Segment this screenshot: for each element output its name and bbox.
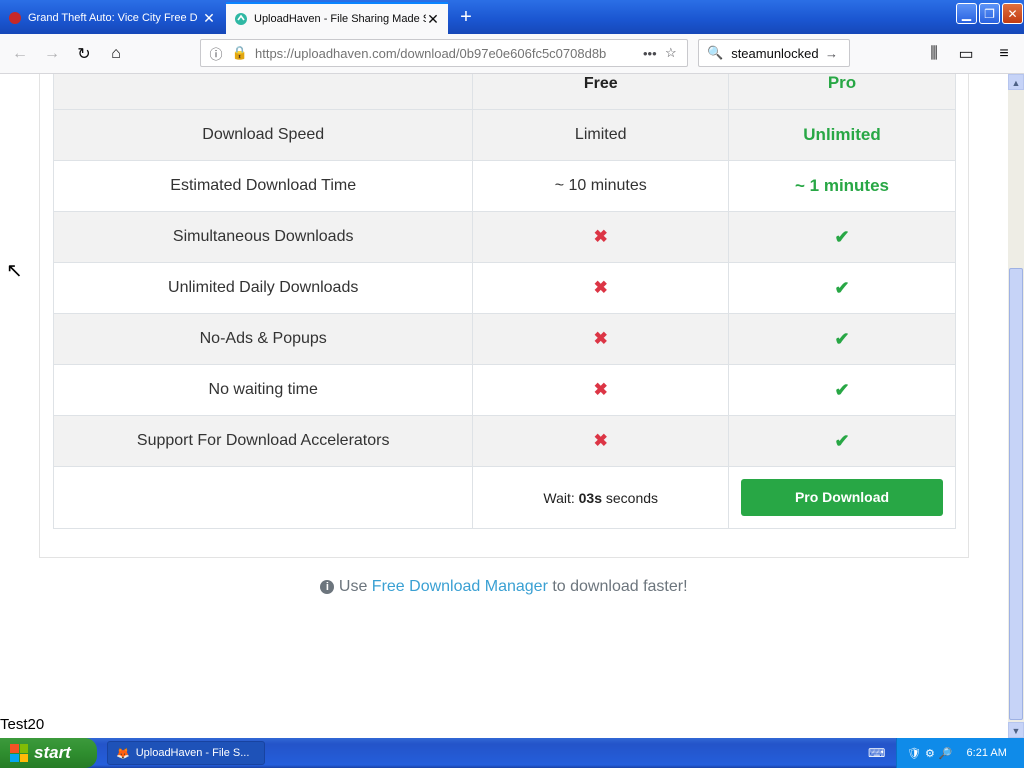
search-go-icon[interactable]: →: [825, 46, 849, 61]
table-row: Support For Download Accelerators ✖ ✔: [52, 415, 956, 467]
keyboard-icon[interactable]: ⌨: [868, 746, 885, 760]
security-shield-icon[interactable]: 🛡: [907, 747, 921, 760]
cross-icon: ✖: [472, 262, 730, 314]
browser-tab-strip: Grand Theft Auto: Vice City Free D ✕ Upl…: [0, 0, 1024, 34]
free-cell: ~ 10 minutes: [472, 160, 730, 212]
tab-title: Grand Theft Auto: Vice City Free D: [28, 12, 198, 24]
minimize-button[interactable]: ▁: [956, 3, 977, 24]
stray-text: Test20: [0, 716, 45, 733]
feature-cell: No waiting time: [52, 364, 474, 416]
info-circle-icon: i: [320, 580, 335, 594]
table-row: Estimated Download Time ~ 10 minutes ~ 1…: [52, 160, 956, 212]
free-cell: Limited: [472, 109, 730, 161]
home-icon[interactable]: ⌂: [104, 42, 128, 66]
tab-gta[interactable]: Grand Theft Auto: Vice City Free D ✕: [0, 2, 224, 34]
table-row: Download Speed Limited Unlimited: [52, 109, 956, 161]
start-button[interactable]: start: [0, 738, 97, 768]
clock[interactable]: 6:21 AM: [967, 747, 1007, 759]
new-tab-icon[interactable]: +: [456, 6, 476, 29]
page-content: Free Pro Download Speed Limited Unlimite…: [0, 74, 1008, 738]
table-row: No waiting time ✖ ✔: [52, 364, 956, 416]
feature-cell: No-Ads & Popups: [52, 313, 474, 365]
scroll-thumb[interactable]: [1009, 268, 1023, 720]
windows-logo-icon: [10, 744, 28, 762]
table-row: Simultaneous Downloads ✖ ✔: [52, 211, 956, 263]
scroll-up-icon[interactable]: ▲: [1008, 74, 1024, 90]
plan-comparison-table: Free Pro Download Speed Limited Unlimite…: [52, 74, 956, 529]
vertical-scrollbar[interactable]: ▲ ▼: [1008, 74, 1024, 738]
table-row: Unlimited Daily Downloads ✖ ✔: [52, 262, 956, 314]
download-manager-hint: i Use Free Download Manager to download …: [0, 578, 1008, 596]
system-tray: 🛡 ⚙ 🔎 6:21 AM: [896, 738, 1024, 768]
pro-cell: Unlimited: [728, 109, 956, 161]
search-tray-icon[interactable]: 🔎: [939, 747, 953, 760]
sidebar-icon[interactable]: ▭: [954, 42, 978, 66]
search-input[interactable]: steamunlocked: [731, 46, 825, 61]
reload-icon[interactable]: ↻: [72, 42, 96, 66]
cross-icon: ✖: [472, 211, 730, 263]
wait-countdown: 03s: [578, 489, 602, 506]
library-icon[interactable]: ⫼: [922, 42, 946, 66]
cross-icon: ✖: [472, 364, 730, 416]
wait-timer: Wait: 03s seconds: [472, 466, 730, 529]
page-actions-icon[interactable]: •••: [643, 46, 665, 61]
uploadhaven-favicon-icon: [235, 13, 247, 25]
network-icon[interactable]: ⚙: [925, 747, 935, 760]
tab-title: UploadHaven - File Sharing Made S: [254, 13, 426, 25]
pro-download-button[interactable]: Pro Download: [741, 479, 944, 516]
url-text[interactable]: https://uploadhaven.com/download/0b97e0e…: [255, 46, 643, 61]
gta-favicon-icon: [9, 12, 21, 24]
download-row: Wait: 03s seconds Pro Download: [52, 466, 956, 529]
info-icon[interactable]: ⓘ: [207, 44, 225, 63]
search-bar[interactable]: 🔍 steamunlocked →: [698, 39, 850, 67]
pro-cell: ~ 1 minutes: [728, 160, 956, 212]
header-free: Free: [472, 74, 730, 110]
header-feature: [52, 74, 474, 110]
url-bar[interactable]: ⓘ 🔒 https://uploadhaven.com/download/0b9…: [200, 39, 688, 67]
pro-download-cell: Pro Download: [728, 466, 956, 529]
navigation-toolbar: ← → ↻ ⌂ ⓘ 🔒 https://uploadhaven.com/down…: [0, 34, 1024, 74]
close-window-button[interactable]: ✕: [1002, 3, 1023, 24]
insecure-lock-icon[interactable]: 🔒: [231, 45, 249, 61]
hint-suffix: to download faster!: [552, 578, 688, 595]
close-tab-icon[interactable]: ✕: [426, 11, 440, 28]
close-tab-icon[interactable]: ✕: [202, 10, 216, 27]
menu-icon[interactable]: ≡: [992, 42, 1016, 66]
check-icon: ✔: [728, 313, 956, 365]
cross-icon: ✖: [472, 415, 730, 467]
table-header-row: Free Pro: [52, 74, 956, 110]
check-icon: ✔: [728, 211, 956, 263]
check-icon: ✔: [728, 364, 956, 416]
check-icon: ✔: [728, 415, 956, 467]
tab-uploadhaven[interactable]: UploadHaven - File Sharing Made S ✕: [226, 2, 448, 34]
header-pro: Pro: [728, 74, 956, 110]
table-row: No-Ads & Popups ✖ ✔: [52, 313, 956, 365]
wait-suffix: seconds: [605, 489, 659, 506]
feature-cell: Estimated Download Time: [52, 160, 474, 212]
cross-icon: ✖: [472, 313, 730, 365]
bookmark-star-icon[interactable]: ☆: [665, 45, 687, 61]
maximize-button[interactable]: ❐: [979, 3, 1000, 24]
task-label: UploadHaven - File S...: [135, 747, 250, 759]
feature-cell: Download Speed: [52, 109, 474, 161]
firefox-icon: 🦊: [116, 747, 130, 760]
feature-cell: Unlimited Daily Downloads: [52, 262, 474, 314]
scroll-down-icon[interactable]: ▼: [1008, 722, 1024, 738]
hint-prefix: Use: [338, 578, 368, 595]
back-icon[interactable]: ←: [8, 42, 32, 66]
empty-cell: [52, 466, 474, 529]
check-icon: ✔: [728, 262, 956, 314]
start-label: start: [34, 743, 71, 762]
mouse-cursor-icon: ↖: [6, 260, 23, 282]
feature-cell: Support For Download Accelerators: [52, 415, 474, 467]
forward-icon[interactable]: →: [40, 42, 64, 66]
fdm-link[interactable]: Free Download Manager: [372, 578, 548, 595]
wait-prefix: Wait:: [543, 489, 575, 506]
feature-cell: Simultaneous Downloads: [52, 211, 474, 263]
windows-taskbar: start 🦊 UploadHaven - File S... ⌨ 🛡 ⚙ 🔎 …: [0, 738, 1024, 768]
taskbar-window-item[interactable]: 🦊 UploadHaven - File S...: [107, 741, 265, 765]
comparison-panel: Free Pro Download Speed Limited Unlimite…: [39, 74, 969, 558]
search-icon: 🔍: [707, 45, 724, 60]
